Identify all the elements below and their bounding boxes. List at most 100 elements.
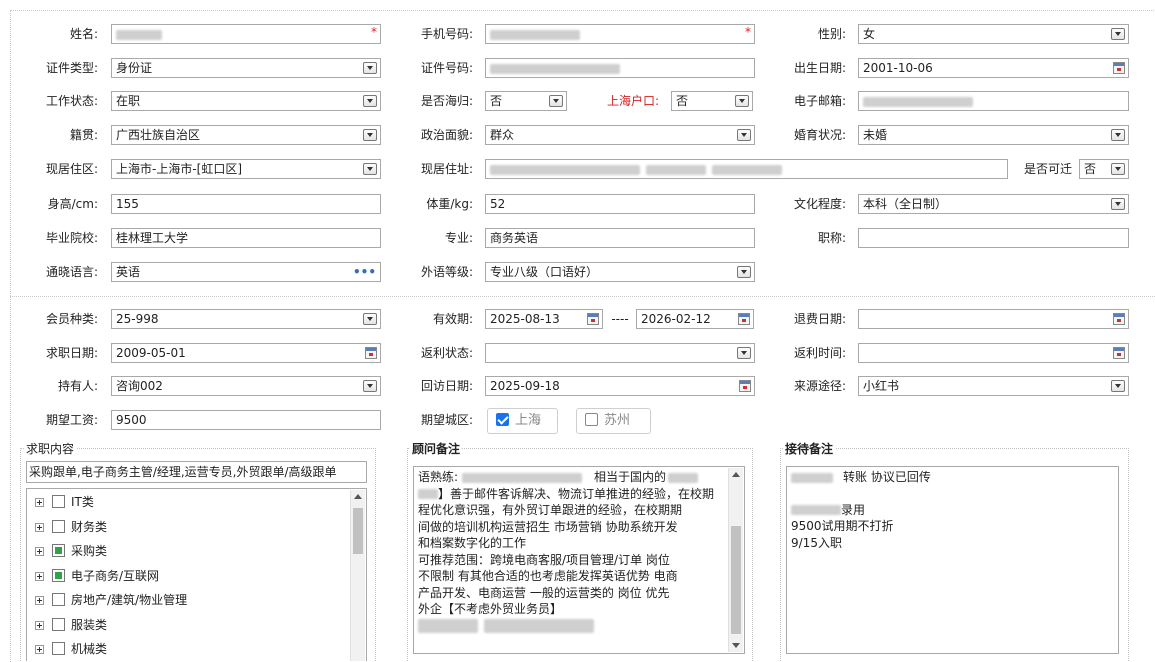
checkbox-icon[interactable] [52,519,65,533]
validity-label: 有效期: [432,312,473,326]
lang-level-select[interactable]: 专业八级（口语好） [485,262,755,282]
marital-select[interactable]: 未婚 [858,125,1129,145]
city-option-shanghai[interactable]: 上海 [487,408,558,434]
chevron-down-icon[interactable] [737,347,751,359]
tree-item[interactable]: IT类 [35,491,94,513]
email-input[interactable] [858,91,1129,111]
tree-scrollbar[interactable] [350,490,365,661]
job-date-input[interactable]: 2009-05-01 [111,343,381,363]
checkbox-icon[interactable] [52,593,65,606]
expand-plus-icon[interactable] [35,571,44,581]
redacted-value [791,472,833,483]
consultant-note-textarea[interactable]: 语熟练: 相当于国内的 】善于邮件客诉解决、物流订单推进的经验，在校期 程优化意识… [413,466,745,654]
checkbox-partial-icon[interactable] [52,544,65,557]
refund-date-input[interactable] [858,309,1129,329]
work-status-select[interactable]: 在职 [111,91,381,111]
mobile-input[interactable]: * [485,24,755,44]
expand-plus-icon[interactable] [35,645,44,654]
calendar-icon[interactable] [1113,313,1125,325]
political-select[interactable]: 群众 [485,125,755,145]
chevron-down-icon[interactable] [363,163,377,175]
chevron-down-icon[interactable] [737,129,751,141]
tree-item[interactable]: 采购类 [35,540,107,562]
checkbox-checked-icon[interactable] [496,413,509,426]
city-option-suzhou[interactable]: 苏州 [576,408,651,434]
native-label: 籍贯: [69,128,98,142]
chevron-down-icon[interactable] [1111,198,1125,210]
visit-date-input[interactable]: 2025-09-18 [485,376,755,396]
relocate-select[interactable]: 否 [1079,159,1129,179]
calendar-icon[interactable] [738,313,750,325]
calendar-icon[interactable] [1113,62,1125,74]
id-type-select[interactable]: 身份证 [111,58,381,78]
rebate-status-select[interactable] [485,343,755,363]
chevron-down-icon[interactable] [363,129,377,141]
calendar-icon[interactable] [365,347,377,359]
chevron-down-icon[interactable] [1111,380,1125,392]
chevron-down-icon[interactable] [737,266,751,278]
expand-plus-icon[interactable] [35,620,44,630]
scroll-up-icon[interactable] [732,472,740,477]
scroll-down-icon[interactable] [732,643,740,648]
height-input[interactable]: 155 [111,194,381,214]
chevron-down-icon[interactable] [1111,129,1125,141]
expand-plus-icon[interactable] [35,522,44,532]
birth-date-input[interactable]: 2001-10-06 [858,58,1129,78]
chevron-down-icon[interactable] [1111,28,1125,40]
calendar-icon[interactable] [1113,347,1125,359]
job-content-summary[interactable]: 采购跟单,电子商务主管/经理,运营专员,外贸跟单/高级跟单 [26,461,367,483]
chevron-down-icon[interactable] [363,380,377,392]
chevron-down-icon[interactable] [363,62,377,74]
tree-item[interactable]: 机械类 [35,638,107,660]
chevron-down-icon[interactable] [363,95,377,107]
languages-input[interactable]: 英语 ••• [111,262,381,282]
member-type-select[interactable]: 25-998 [111,309,381,329]
expand-plus-icon[interactable] [35,547,44,556]
name-input[interactable]: * [111,24,381,44]
gender-select[interactable]: 女 [858,24,1129,44]
reception-note-textarea[interactable]: 转账 协议已回传 录用 9500试用期不打折 9/15入职 [786,466,1119,654]
tree-item[interactable]: 房地产/建筑/物业管理 [35,589,187,611]
holder-select[interactable]: 咨询002 [111,376,381,396]
chevron-down-icon[interactable] [735,95,749,107]
title-input[interactable] [858,228,1129,248]
address-input[interactable] [485,159,1008,179]
residence-area-select[interactable]: 上海市-上海市-[虹口区] [111,159,381,179]
major-input[interactable]: 商务英语 [485,228,755,248]
weight-input[interactable]: 52 [485,194,755,214]
rebate-time-input[interactable] [858,343,1129,363]
salary-input[interactable]: 9500 [111,410,381,430]
returnee-select[interactable]: 否 [485,91,567,111]
hukou-select[interactable]: 否 [671,91,753,111]
chevron-down-icon[interactable] [363,313,377,325]
scroll-thumb[interactable] [353,508,363,554]
checkbox-icon[interactable] [585,413,598,426]
education-select[interactable]: 本科（全日制） [858,194,1129,214]
tree-item[interactable]: 电子商务/互联网 [35,565,159,587]
note-scrollbar[interactable] [728,468,743,652]
validity-from-input[interactable]: 2025-08-13 [485,309,603,329]
source-select[interactable]: 小红书 [858,376,1129,396]
scroll-up-icon[interactable] [354,494,362,499]
native-select[interactable]: 广西壮族自治区 [111,125,381,145]
calendar-icon[interactable] [587,313,599,325]
work-status-value: 在职 [116,94,141,108]
checkbox-icon[interactable] [52,495,65,508]
school-input[interactable]: 桂林理工大学 [111,228,381,248]
validity-to-input[interactable]: 2026-02-12 [636,309,754,329]
checkbox-icon[interactable] [52,642,65,655]
tree-item[interactable]: 服装类 [35,614,107,636]
tree-item[interactable]: 财务类 [35,516,107,538]
scroll-thumb[interactable] [731,526,741,634]
id-no-input[interactable] [485,58,755,78]
expand-plus-icon[interactable] [35,596,44,605]
checkbox-partial-icon[interactable] [52,568,65,582]
more-icon[interactable]: ••• [353,266,376,278]
checkbox-icon[interactable] [52,617,65,631]
chevron-down-icon[interactable] [1111,163,1125,175]
education-value: 本科（全日制） [863,197,948,211]
job-category-tree[interactable]: IT类财务类 采购类电子商务/互联网 房地产/建筑/物业管理 服装类 机械类 [26,488,367,661]
calendar-icon[interactable] [739,380,751,392]
expand-plus-icon[interactable] [35,498,44,507]
chevron-down-icon[interactable] [549,95,563,107]
